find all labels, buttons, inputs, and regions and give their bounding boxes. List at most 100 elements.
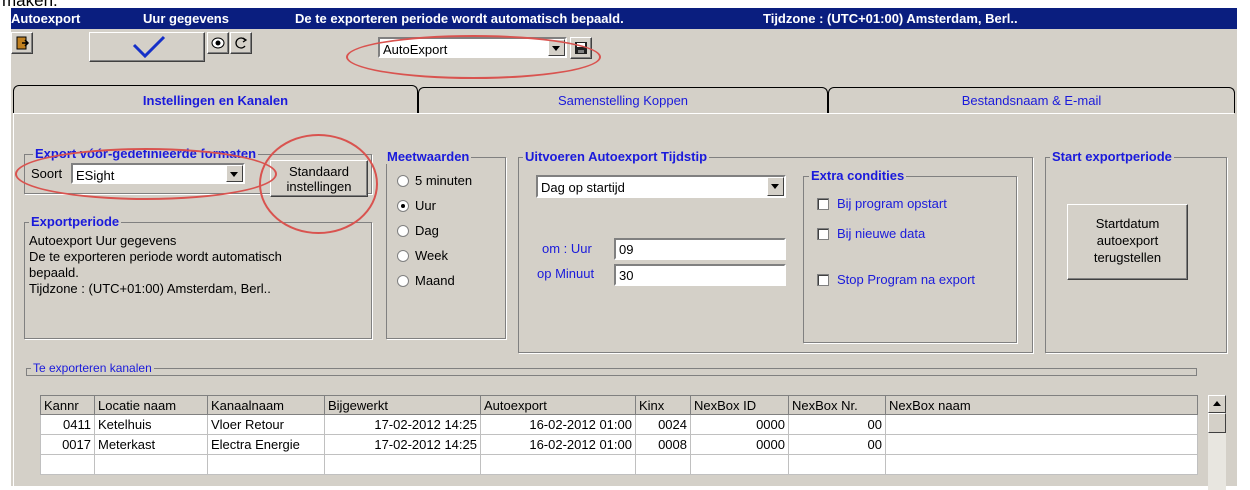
title-section: Uur gegevens [143, 11, 229, 26]
cell-kinx[interactable]: 0008 [635, 434, 691, 455]
reset-button-line2: autoexport [1096, 233, 1159, 248]
confirm-button[interactable] [89, 32, 205, 62]
radio-button[interactable] [397, 200, 409, 212]
save-profile-button[interactable] [570, 37, 592, 59]
radio-label: Dag [415, 223, 439, 238]
title-app: Autoexport [11, 11, 81, 26]
cell-locatie[interactable]: Meterkast [94, 434, 208, 455]
col-nexbox-id[interactable]: NexBox ID [690, 395, 789, 415]
checkbox[interactable] [817, 274, 829, 286]
tab-samenstelling[interactable]: Samenstelling Koppen [418, 87, 828, 113]
radio-button[interactable] [397, 250, 409, 262]
radio-label: Week [415, 248, 448, 263]
channels-title: Te exporteren kanalen [31, 361, 154, 375]
checkbox-label: Bij nieuwe data [837, 226, 926, 241]
checkmark-icon [132, 35, 166, 59]
export-period-line2: De te exporteren periode wordt automatis… [29, 249, 282, 264]
tab-instellingen-label: Instellingen en Kanalen [142, 93, 289, 108]
radio-button[interactable] [397, 175, 409, 187]
col-autoexport[interactable]: Autoexport [480, 395, 636, 415]
soort-select[interactable]: ESight [71, 163, 245, 184]
cell-nexbox-naam[interactable] [885, 414, 1198, 435]
title-timezone: Tijdzone : (UTC+01:00) Amsterdam, Berl.. [763, 11, 1018, 26]
export-period-line4: Tijdzone : (UTC+01:00) Amsterdam, Berl.. [29, 281, 271, 296]
cell-bijgewerkt[interactable]: 17-02-2012 14:25 [324, 434, 481, 455]
refresh-button[interactable] [230, 32, 252, 54]
standard-settings-button[interactable]: Standaard instellingen [270, 160, 368, 197]
col-kanaal[interactable]: Kanaalnaam [207, 395, 325, 415]
checkbox-label: Bij program opstart [837, 196, 947, 211]
table-row[interactable]: 0411 Ketelhuis Vloer Retour 17-02-2012 1… [40, 414, 1198, 435]
reset-button-line1: Startdatum [1095, 216, 1160, 231]
tab-instellingen[interactable]: Instellingen en Kanalen [13, 85, 418, 113]
channels-group-frame: Te exporteren kanalen [26, 361, 1197, 376]
col-bijgewerkt[interactable]: Bijgewerkt [324, 395, 481, 415]
standard-settings-label: Standaard instellingen [286, 164, 352, 194]
scroll-up-button[interactable] [1208, 395, 1226, 413]
start-period-group: Start exportperiode Startdatum autoexpor… [1045, 149, 1227, 353]
minute-label: op Minuut [537, 266, 595, 281]
checkbox-label: Stop Program na export [837, 272, 976, 287]
view-button[interactable] [207, 32, 229, 54]
tab-samenstelling-label: Samenstelling Koppen [557, 93, 689, 108]
table-row[interactable]: 0017 Meterkast Electra Energie 17-02-201… [40, 434, 1198, 455]
cell-kanaal[interactable]: Vloer Retour [207, 414, 325, 435]
arrow-up-icon [1213, 401, 1221, 406]
scroll-thumb[interactable] [1208, 413, 1226, 433]
meetwaarden-title: Meetwaarden [385, 149, 472, 164]
channels-table[interactable]: Kannr Locatie naam Kanaalnaam Bijgewerkt… [40, 395, 1198, 475]
chevron-down-icon[interactable] [767, 177, 784, 196]
eye-icon [211, 37, 225, 49]
col-kannr[interactable]: Kannr [40, 395, 95, 415]
exit-button[interactable] [11, 32, 33, 54]
reset-start-date-button[interactable]: Startdatum autoexport terugstellen [1067, 204, 1188, 280]
minute-field[interactable]: 30 [614, 264, 786, 286]
cell-nexbox-nr[interactable]: 00 [788, 434, 886, 455]
uitvoeren-group: Uitvoeren Autoexport Tijdstip Dag op sta… [518, 149, 1033, 353]
profile-select-value: AutoExport [383, 42, 448, 57]
cell-kannr[interactable]: 0017 [40, 434, 95, 455]
schedule-select[interactable]: Dag op startijd [536, 175, 786, 198]
cell-kannr[interactable]: 0411 [40, 414, 95, 435]
col-locatie[interactable]: Locatie naam [94, 395, 208, 415]
cell-locatie[interactable]: Ketelhuis [94, 414, 208, 435]
hour-field[interactable]: 09 [614, 238, 786, 260]
reset-button-line3: terugstellen [1093, 250, 1162, 265]
tab-bestandsnaam[interactable]: Bestandsnaam & E-mail [828, 87, 1235, 113]
export-period-line3: bepaald. [29, 265, 79, 280]
col-nexbox-nr[interactable]: NexBox Nr. [788, 395, 886, 415]
col-kinx[interactable]: Kinx [635, 395, 691, 415]
table-scrollbar[interactable] [1208, 395, 1226, 490]
schedule-select-value: Dag op startijd [541, 180, 625, 195]
export-formats-group: Export vóór-gedefinieerde formaten Soort… [24, 146, 372, 197]
checkbox[interactable] [817, 228, 829, 240]
cell-nexbox-id[interactable]: 0000 [690, 414, 789, 435]
table-row-empty[interactable] [40, 454, 1198, 475]
radio-button[interactable] [397, 225, 409, 237]
export-period-group: Exportperiode Autoexport Uur gegevens De… [24, 214, 372, 339]
profile-select[interactable]: AutoExport [378, 37, 567, 58]
cell-nexbox-id[interactable]: 0000 [690, 434, 789, 455]
export-period-line1: Autoexport Uur gegevens [29, 233, 177, 248]
col-nexbox-naam[interactable]: NexBox naam [885, 395, 1198, 415]
radio-button[interactable] [397, 275, 409, 287]
cell-nexbox-nr[interactable]: 00 [788, 414, 886, 435]
radio-label: Uur [415, 198, 436, 213]
radio-label: 5 minuten [415, 173, 473, 188]
chevron-down-icon[interactable] [226, 165, 243, 182]
cell-kinx[interactable]: 0024 [635, 414, 691, 435]
cell-nexbox-naam[interactable] [885, 434, 1198, 455]
cell-bijgewerkt[interactable]: 17-02-2012 14:25 [324, 414, 481, 435]
chevron-down-icon[interactable] [548, 39, 565, 56]
cell-autoexport[interactable]: 16-02-2012 01:00 [480, 414, 636, 435]
work-area: Instellingen en Kanalen Samenstelling Ko… [11, 77, 1237, 490]
floppy-disk-icon [575, 42, 587, 54]
cell-autoexport[interactable]: 16-02-2012 01:00 [480, 434, 636, 455]
uitvoeren-title: Uitvoeren Autoexport Tijdstip [523, 149, 710, 164]
start-period-title: Start exportperiode [1050, 149, 1174, 164]
hour-label: om : Uur [542, 241, 592, 256]
cell-kanaal[interactable]: Electra Energie [207, 434, 325, 455]
checkbox[interactable] [817, 198, 829, 210]
soort-select-value: ESight [76, 168, 115, 183]
extra-conditions-title: Extra condities [809, 168, 907, 183]
